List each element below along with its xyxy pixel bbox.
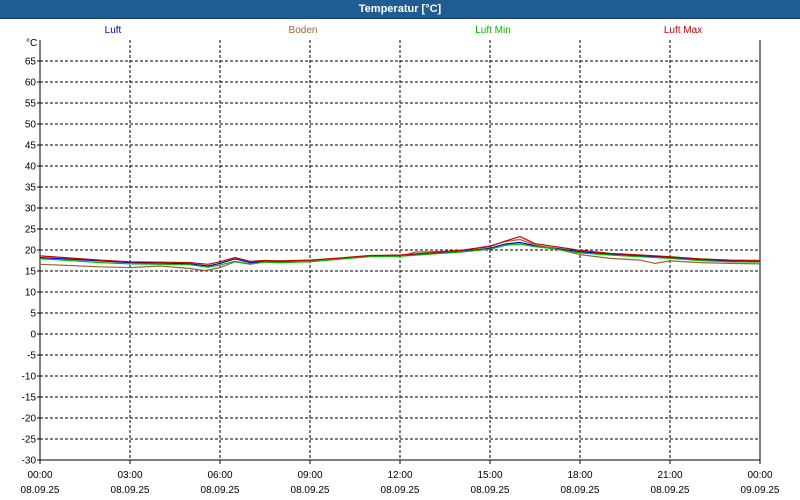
x-tick-time-label: 21:00 xyxy=(657,470,682,481)
x-tick-time-label: 03:00 xyxy=(117,470,142,481)
x-tick-time-label: 15:00 xyxy=(477,470,502,481)
x-tick-date-label: 08.09.25 xyxy=(111,485,150,496)
x-tick-date-label: 08.09.25 xyxy=(651,485,690,496)
temperature-chart: 65605550454035302520151050-5-10-15-20-25… xyxy=(21,40,780,496)
y-tick-label: -20 xyxy=(22,414,37,425)
x-tick-date-label: 08.09.25 xyxy=(21,485,60,496)
x-tick-date-label: 08.09.25 xyxy=(201,485,240,496)
y-tick-label: 65 xyxy=(25,57,37,68)
y-tick-label: 30 xyxy=(25,204,37,215)
y-tick-label: -5 xyxy=(27,351,36,362)
x-tick-time-label: 00:00 xyxy=(747,470,772,481)
y-tick-label: 35 xyxy=(25,183,37,194)
x-tick-time-label: 18:00 xyxy=(567,470,592,481)
y-tick-label: 40 xyxy=(25,162,37,173)
y-tick-label: 5 xyxy=(30,309,36,320)
y-tick-label: 15 xyxy=(25,267,37,278)
x-tick-time-label: 12:00 xyxy=(387,470,412,481)
y-tick-label: 0 xyxy=(30,330,36,341)
y-tick-label: 60 xyxy=(25,78,37,89)
y-tick-label: 55 xyxy=(25,99,37,110)
y-tick-label: 25 xyxy=(25,225,37,236)
y-tick-label: -15 xyxy=(22,393,37,404)
x-tick-time-label: 06:00 xyxy=(207,470,232,481)
y-tick-label: -30 xyxy=(22,456,37,467)
y-tick-label: 20 xyxy=(25,246,37,257)
x-tick-time-label: 00:00 xyxy=(27,470,52,481)
x-tick-date-label: 08.09.25 xyxy=(471,485,510,496)
y-tick-label: 45 xyxy=(25,141,37,152)
y-tick-label: 50 xyxy=(25,120,37,131)
y-tick-label: -10 xyxy=(22,372,37,383)
x-tick-time-label: 09:00 xyxy=(297,470,322,481)
y-tick-label: 10 xyxy=(25,288,37,299)
x-tick-date-label: 08.09.25 xyxy=(381,485,420,496)
y-tick-label: -25 xyxy=(22,435,37,446)
x-tick-date-label: 09.09.25 xyxy=(741,485,780,496)
x-tick-date-label: 08.09.25 xyxy=(291,485,330,496)
x-tick-date-label: 08.09.25 xyxy=(561,485,600,496)
